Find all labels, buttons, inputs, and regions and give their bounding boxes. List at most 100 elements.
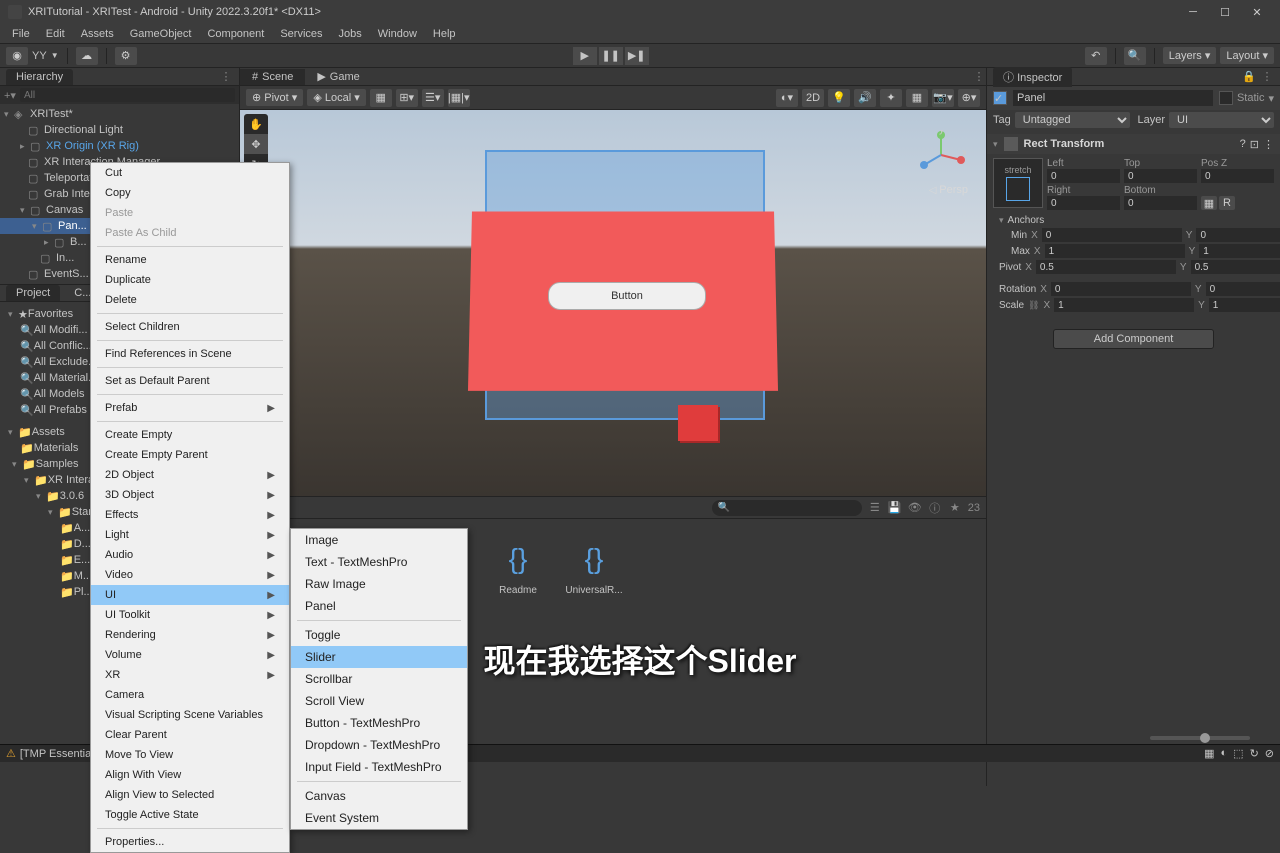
game-tab[interactable]: ▶Game: [305, 68, 371, 85]
context-menu-item[interactable]: Move To View: [91, 745, 289, 765]
anchor-max-y[interactable]: [1199, 244, 1280, 258]
anchor-min-x[interactable]: [1042, 228, 1182, 242]
status-icon[interactable]: ⬚: [1233, 747, 1243, 760]
context-menu-item[interactable]: Prefab▶: [91, 398, 289, 418]
raw-edit-icon[interactable]: R: [1219, 196, 1235, 210]
static-checkbox[interactable]: [1219, 91, 1233, 105]
context-menu-item[interactable]: UI Toolkit▶: [91, 605, 289, 625]
project-tab[interactable]: Project: [6, 285, 60, 301]
submenu-item[interactable]: Panel: [291, 595, 467, 617]
snap3-icon[interactable]: |▦|▾: [448, 89, 470, 107]
close-button[interactable]: ✕: [1242, 2, 1272, 22]
account-label[interactable]: YY: [32, 50, 47, 62]
cube-object[interactable]: [678, 405, 718, 441]
orientation-gizmo[interactable]: yx: [916, 130, 966, 180]
context-menu-item[interactable]: 3D Object▶: [91, 485, 289, 505]
hidden-icon[interactable]: ▦: [906, 89, 928, 107]
folder-item[interactable]: {}UniversalR...: [564, 539, 624, 596]
scale-link-icon[interactable]: ⛓: [1028, 300, 1039, 311]
project-search-input[interactable]: [712, 500, 862, 516]
layer-dropdown[interactable]: UI: [1169, 112, 1274, 128]
account-dropdown-icon[interactable]: ▼: [51, 51, 59, 60]
status-icon[interactable]: ↻: [1250, 747, 1259, 760]
slider-thumb[interactable]: [1200, 733, 1210, 743]
submenu-item[interactable]: Toggle: [291, 624, 467, 646]
filter-icon[interactable]: ☰: [868, 501, 882, 515]
gizmo-icon[interactable]: ⊕▾: [958, 89, 980, 107]
menu-jobs[interactable]: Jobs: [331, 26, 370, 42]
blueprint-icon[interactable]: ▦: [1201, 196, 1217, 210]
component-toggle-icon[interactable]: ▾: [993, 139, 998, 150]
button-3d[interactable]: Button: [548, 282, 706, 310]
help-icon[interactable]: ?: [1240, 138, 1246, 151]
preset-icon[interactable]: ⊡: [1250, 138, 1259, 151]
pause-button[interactable]: ❚❚: [599, 47, 623, 65]
menu-edit[interactable]: Edit: [38, 26, 73, 42]
step-button[interactable]: ▶❚: [625, 47, 649, 65]
context-menu-item[interactable]: Cut: [91, 163, 289, 183]
hierarchy-options-icon[interactable]: ⋮: [219, 70, 233, 84]
info-icon[interactable]: ⓘ: [928, 501, 942, 515]
context-menu-item[interactable]: Rendering▶: [91, 625, 289, 645]
hierarchy-search-input[interactable]: [20, 88, 235, 102]
submenu-item[interactable]: Button - TextMeshPro: [291, 712, 467, 734]
status-icon[interactable]: ⊘: [1265, 747, 1274, 760]
scene-tab[interactable]: #Scene: [240, 69, 305, 85]
scale-x[interactable]: [1054, 298, 1194, 312]
component-menu-icon[interactable]: ⋮: [1263, 138, 1274, 151]
folder-item[interactable]: {}Readme: [488, 539, 548, 596]
submenu-item[interactable]: Event System: [291, 807, 467, 829]
layout-dropdown[interactable]: Layout ▾: [1220, 47, 1274, 64]
maximize-button[interactable]: ☐: [1210, 2, 1240, 22]
camera-icon[interactable]: 📷▾: [932, 89, 954, 107]
2d-toggle[interactable]: 2D: [802, 89, 824, 107]
inspector-options-icon[interactable]: ⋮: [1260, 70, 1274, 84]
context-menu-item[interactable]: Create Empty: [91, 425, 289, 445]
context-menu-item[interactable]: Duplicate: [91, 270, 289, 290]
add-component-button[interactable]: Add Component: [1053, 329, 1215, 349]
context-menu-item[interactable]: Effects▶: [91, 505, 289, 525]
play-button[interactable]: ▶: [573, 47, 597, 65]
submenu-item[interactable]: Scrollbar: [291, 668, 467, 690]
context-menu-item[interactable]: Align With View: [91, 765, 289, 785]
rot-x[interactable]: [1051, 282, 1191, 296]
star-icon[interactable]: ★: [948, 501, 962, 515]
posz-input[interactable]: [1201, 169, 1274, 183]
inspector-tab[interactable]: ⓘ Inspector: [993, 67, 1072, 87]
menu-services[interactable]: Services: [272, 26, 330, 42]
context-menu-item[interactable]: Align View to Selected: [91, 785, 289, 805]
submenu-item[interactable]: Scroll View: [291, 690, 467, 712]
context-menu-item[interactable]: Create Empty Parent: [91, 445, 289, 465]
search-icon[interactable]: 🔍: [1124, 47, 1146, 65]
context-menu-item[interactable]: Volume▶: [91, 645, 289, 665]
snap-icon[interactable]: ⊞▾: [396, 89, 418, 107]
context-menu-item[interactable]: Clear Parent: [91, 725, 289, 745]
context-menu-item[interactable]: Select Children: [91, 317, 289, 337]
pivot-x[interactable]: [1036, 260, 1176, 274]
anchor-min-y[interactable]: [1196, 228, 1280, 242]
fx-icon[interactable]: ✦: [880, 89, 902, 107]
active-checkbox[interactable]: ✓: [993, 91, 1007, 105]
rect-transform-header[interactable]: ▾ Rect Transform ? ⊡ ⋮: [987, 134, 1280, 154]
right-input[interactable]: [1047, 196, 1120, 210]
menu-gameobject[interactable]: GameObject: [122, 26, 200, 42]
scene-root[interactable]: ▾ ◈ XRITest*: [0, 106, 239, 122]
submenu-item[interactable]: Slider: [291, 646, 467, 668]
submenu-item[interactable]: Text - TextMeshPro: [291, 551, 467, 573]
pivot-y[interactable]: [1191, 260, 1280, 274]
context-menu-item[interactable]: 2D Object▶: [91, 465, 289, 485]
snap2-icon[interactable]: ☰▾: [422, 89, 444, 107]
context-menu-item[interactable]: XR▶: [91, 665, 289, 685]
submenu-item[interactable]: Dropdown - TextMeshPro: [291, 734, 467, 756]
persp-label[interactable]: ◁ Persp: [929, 184, 968, 196]
tree-item[interactable]: ▸▢XR Origin (XR Rig): [0, 138, 239, 154]
object-name-input[interactable]: [1013, 90, 1213, 106]
context-menu-item[interactable]: Visual Scripting Scene Variables: [91, 705, 289, 725]
pivot-dropdown[interactable]: ⊕ Pivot ▾: [246, 89, 303, 106]
submenu-item[interactable]: Input Field - TextMeshPro: [291, 756, 467, 778]
grid-icon[interactable]: ▦: [370, 89, 392, 107]
rot-y[interactable]: [1206, 282, 1280, 296]
scale-y[interactable]: [1209, 298, 1280, 312]
context-menu-item[interactable]: Delete: [91, 290, 289, 310]
context-menu-item[interactable]: Properties...: [91, 832, 289, 852]
